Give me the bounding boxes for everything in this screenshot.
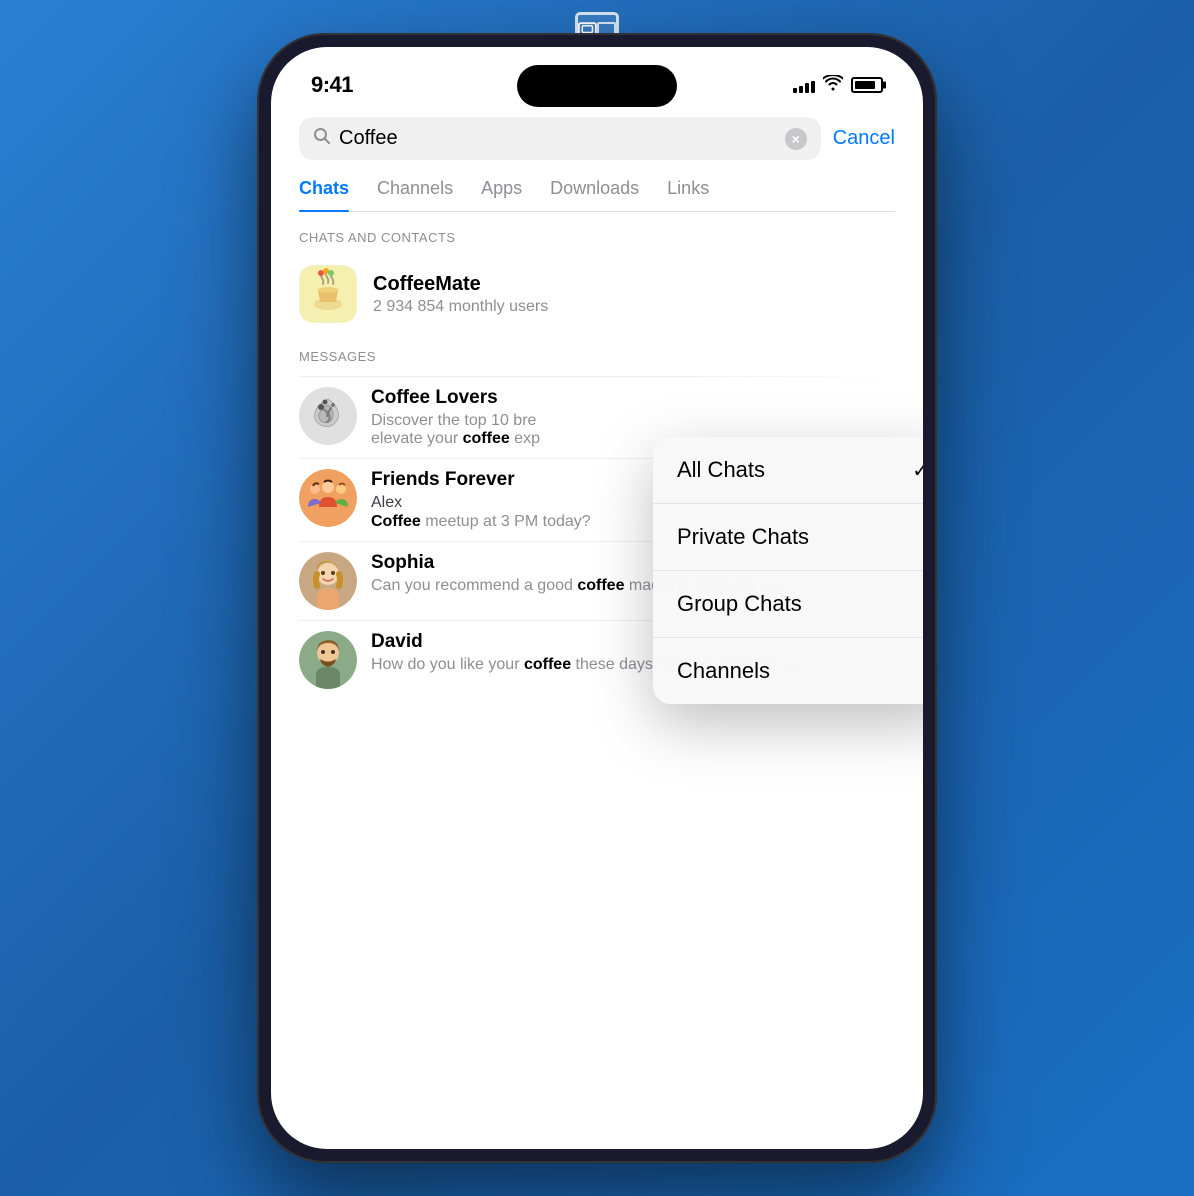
david-name: David (371, 631, 423, 653)
tab-links[interactable]: Links (667, 178, 709, 211)
dynamic-island (517, 65, 677, 107)
messages-label: MESSAGES (299, 349, 895, 364)
dropdown-group-chats[interactable]: Group Chats (653, 571, 923, 638)
search-query: Coffee (339, 127, 777, 150)
avatar-coffee-lovers (299, 387, 357, 445)
search-icon (313, 127, 331, 150)
signal-icon (793, 77, 815, 93)
wifi-icon (823, 75, 843, 96)
coffeemate-sub: 2 934 854 monthly users (373, 298, 895, 316)
search-bar: Coffee Cancel (299, 117, 895, 160)
phone-frame: 9:41 (257, 33, 937, 1163)
avatar-sophia (299, 552, 357, 610)
clear-search-button[interactable] (785, 128, 807, 150)
coffeemate-info: CoffeeMate 2 934 854 monthly users (373, 273, 895, 316)
avatar-friends-forever (299, 469, 357, 527)
coffeemate-name: CoffeeMate (373, 273, 895, 296)
coffee-lovers-name: Coffee Lovers (371, 387, 498, 409)
status-time: 9:41 (311, 72, 353, 98)
status-icons (793, 75, 883, 96)
dropdown-private-chats[interactable]: Private Chats (653, 504, 923, 571)
dropdown-channels[interactable]: Channels (653, 638, 923, 704)
contact-coffeemate[interactable]: CoffeeMate 2 934 854 monthly users (299, 257, 895, 331)
search-input-wrap[interactable]: Coffee (299, 117, 821, 160)
chats-contacts-label: CHATS AND CONTACTS (299, 230, 895, 245)
avatar-david (299, 631, 357, 689)
phone-screen: 9:41 (271, 47, 923, 1149)
tab-channels[interactable]: Channels (377, 178, 453, 211)
coffee-lovers-preview: Discover the top 10 bre (371, 412, 895, 430)
battery-icon (851, 77, 883, 93)
sophia-name: Sophia (371, 552, 434, 574)
tab-chats[interactable]: Chats (299, 178, 349, 211)
tab-downloads[interactable]: Downloads (550, 178, 639, 211)
chat-filter-dropdown: All Chats ✓ Private Chats Group Chats Ch… (653, 437, 923, 704)
cancel-button[interactable]: Cancel (833, 127, 895, 150)
checkmark-all-chats: ✓ (912, 458, 923, 483)
avatar-coffeemate (299, 265, 357, 323)
friends-forever-name: Friends Forever (371, 469, 515, 491)
dropdown-all-chats[interactable]: All Chats ✓ (653, 437, 923, 504)
tab-apps[interactable]: Apps (481, 178, 522, 211)
tabs-row: Chats Channels Apps Downloads Links (299, 178, 895, 212)
